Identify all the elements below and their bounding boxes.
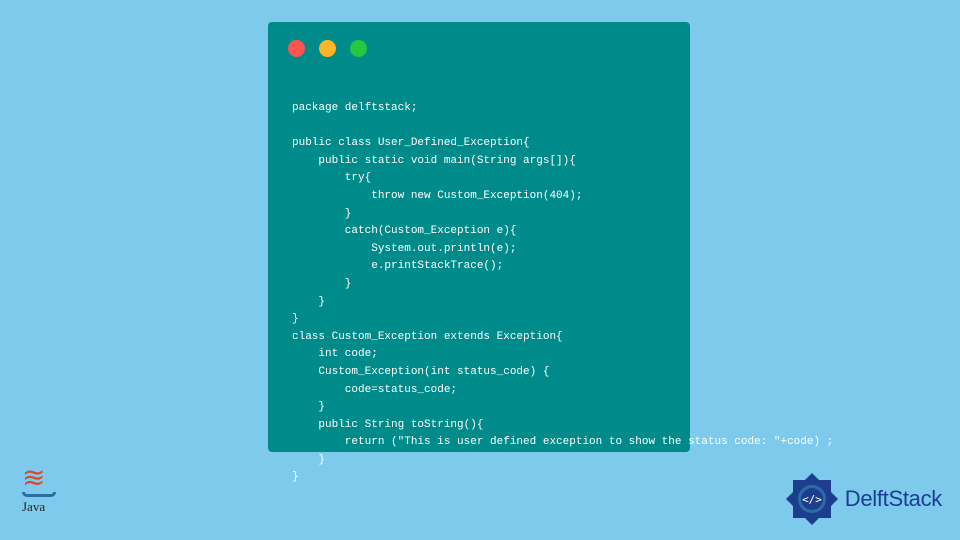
minimize-dot-icon [319, 40, 336, 57]
delftstack-label: DelftStack [845, 486, 942, 512]
delftstack-logo: </> DelftStack [785, 472, 942, 526]
java-steam-icon: ≋ [22, 468, 66, 490]
window-controls [288, 40, 367, 57]
code-content: package delftstack; public class User_De… [292, 100, 833, 487]
maximize-dot-icon [350, 40, 367, 57]
code-glyph-icon: </> [802, 493, 822, 506]
java-label: Java [22, 499, 66, 515]
java-logo: ≋ Java [22, 468, 66, 528]
close-dot-icon [288, 40, 305, 57]
code-window: package delftstack; public class User_De… [268, 22, 690, 452]
delftstack-emblem-icon: </> [785, 472, 839, 526]
java-cup-icon [22, 492, 56, 497]
